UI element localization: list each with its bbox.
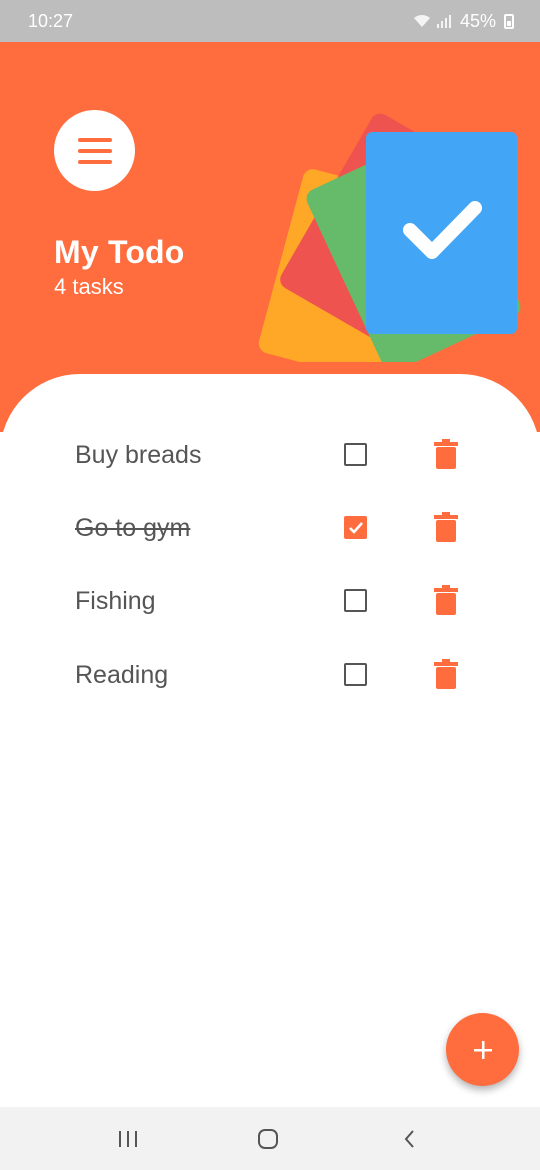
task-row: Fishing — [0, 571, 540, 631]
check-icon — [349, 522, 363, 534]
task-checkbox[interactable] — [344, 589, 367, 612]
delete-icon[interactable] — [434, 512, 458, 542]
task-checkbox[interactable] — [344, 443, 367, 466]
task-list-sheet: Buy breads Go to gym Fishing Reading — [0, 374, 540, 1107]
task-checkbox[interactable] — [344, 516, 367, 539]
connectivity-icons — [412, 13, 452, 29]
status-time: 10:27 — [28, 10, 74, 31]
task-row: Buy breads — [0, 425, 540, 485]
task-label: Fishing — [75, 587, 156, 615]
delete-icon[interactable] — [434, 585, 458, 615]
stacked-cards-illustration — [258, 113, 521, 362]
task-label: Buy breads — [75, 441, 202, 469]
battery-level: 45% — [459, 10, 496, 31]
back-icon[interactable] — [398, 1127, 422, 1151]
signal-icon — [436, 15, 451, 28]
page-title: My Todo — [54, 234, 185, 270]
status-bar: 10:27 45% — [0, 0, 540, 42]
task-count: 4 tasks — [54, 274, 124, 299]
system-nav-bar — [0, 1107, 540, 1170]
task-checkbox[interactable] — [344, 663, 367, 686]
task-row: Reading — [0, 645, 540, 705]
task-label: Reading — [75, 661, 169, 689]
delete-icon[interactable] — [434, 439, 458, 469]
add-task-button[interactable] — [446, 1013, 519, 1086]
plus-icon — [473, 1040, 492, 1059]
task-row: Go to gym — [0, 498, 540, 558]
battery-icon — [504, 13, 514, 29]
recent-apps-icon[interactable] — [116, 1127, 140, 1151]
wifi-icon — [413, 14, 430, 27]
hamburger-menu-icon — [77, 137, 112, 164]
task-label: Go to gym — [75, 514, 191, 542]
home-icon[interactable] — [256, 1127, 280, 1151]
card-blue — [366, 132, 517, 334]
status-right: 45% — [412, 11, 514, 32]
delete-icon[interactable] — [434, 659, 458, 689]
menu-button[interactable] — [54, 110, 135, 191]
